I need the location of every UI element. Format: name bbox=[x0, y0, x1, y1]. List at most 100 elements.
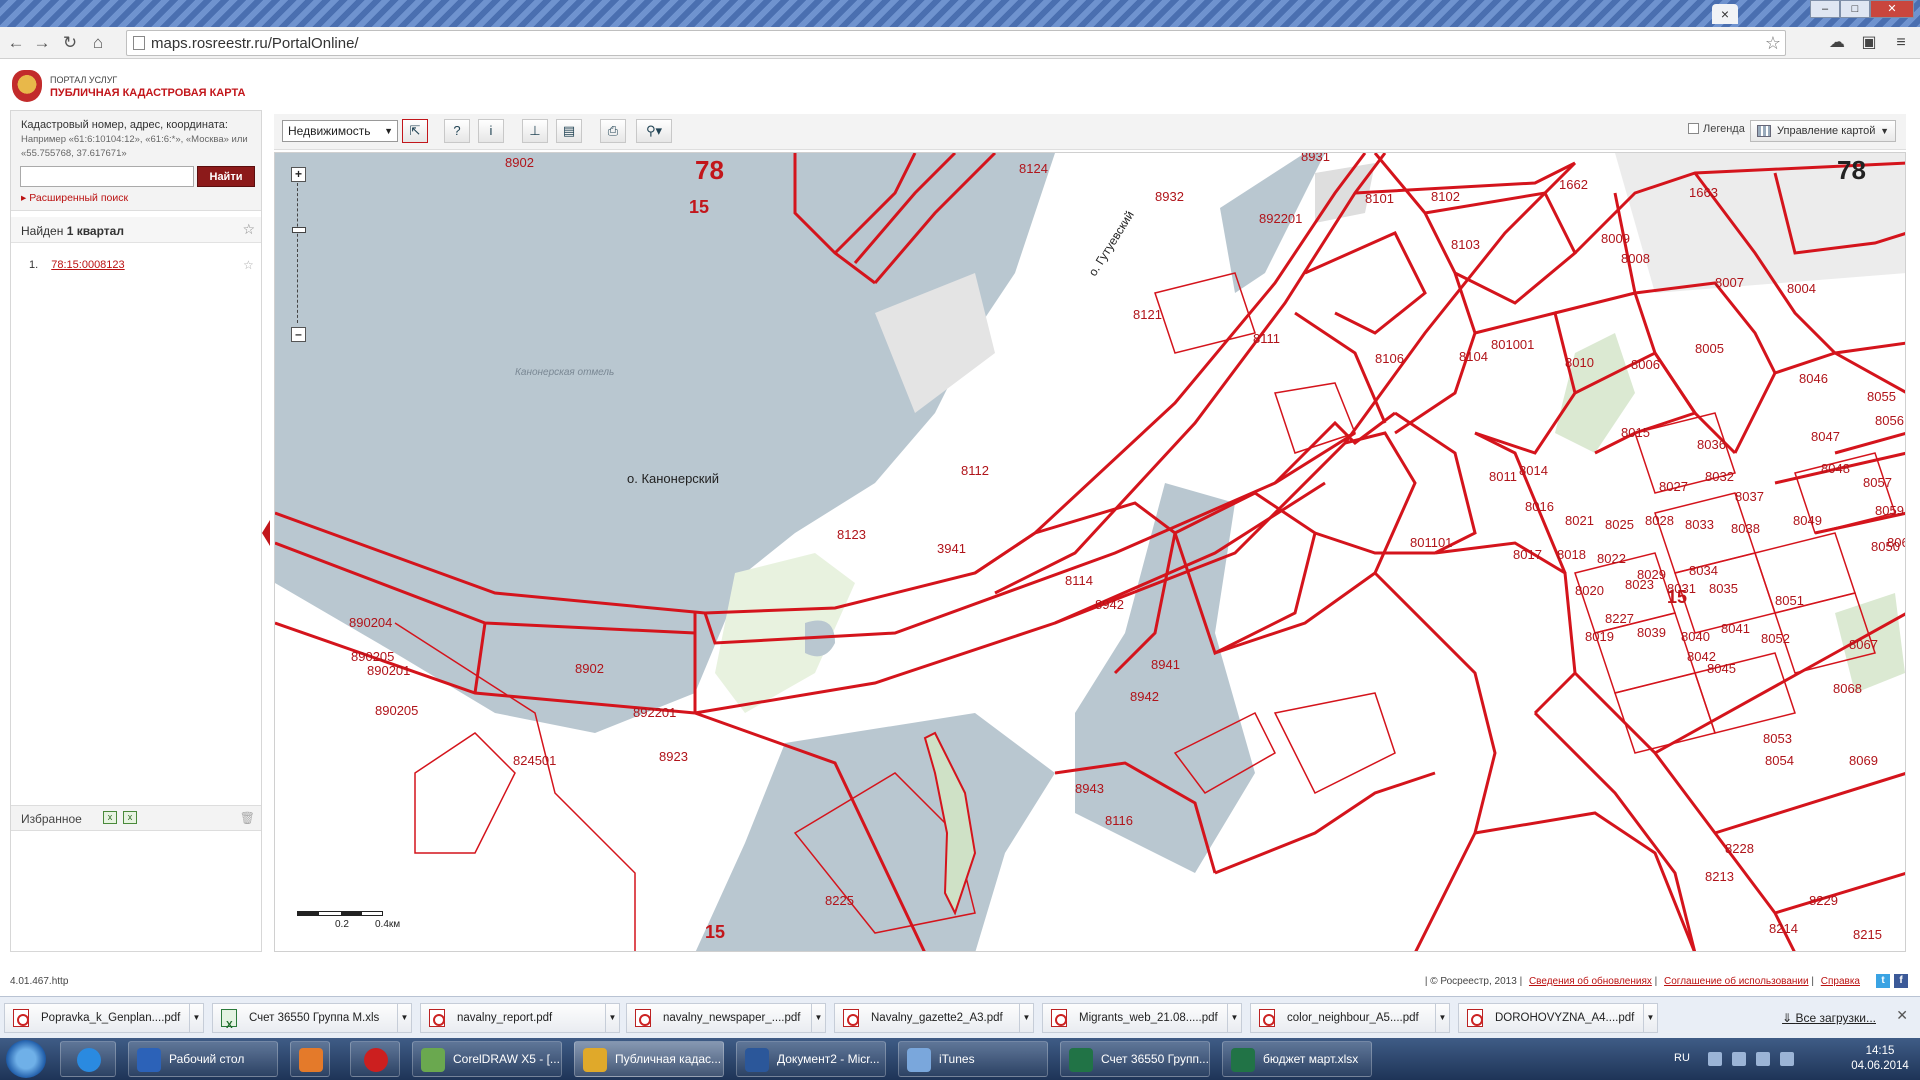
parcel-label[interactable]: 8923 bbox=[659, 749, 688, 764]
favorite-star-icon[interactable]: ☆ bbox=[243, 258, 254, 272]
chevron-down-icon[interactable]: ▼ bbox=[1019, 1004, 1033, 1032]
volume-icon[interactable] bbox=[1780, 1052, 1794, 1066]
parcel-label[interactable]: 8041 bbox=[1721, 621, 1750, 636]
parcel-label[interactable]: 8031 bbox=[1667, 581, 1696, 596]
parcel-label[interactable]: 8033 bbox=[1685, 517, 1714, 532]
parcel-label[interactable]: 8048 bbox=[1821, 461, 1850, 476]
find-button[interactable]: Найти bbox=[197, 166, 255, 187]
parcel-label[interactable]: 8007 bbox=[1715, 275, 1744, 290]
legend-toggle[interactable]: Легенда bbox=[1688, 123, 1745, 135]
zoom-in-button[interactable]: + bbox=[291, 167, 306, 182]
parcel-label[interactable]: 890204 bbox=[349, 615, 392, 630]
ie-taskbar-icon[interactable] bbox=[60, 1041, 116, 1077]
excel-import-icon[interactable]: x bbox=[123, 811, 137, 824]
parcel-label[interactable]: 8121 bbox=[1133, 307, 1162, 322]
parcel-label[interactable]: 8011 bbox=[1489, 469, 1517, 484]
taskbar-item[interactable]: Документ2 - Micr... bbox=[736, 1041, 886, 1077]
parcel-label[interactable]: 824501 bbox=[513, 753, 556, 768]
parcel-label[interactable]: 8931 bbox=[1301, 153, 1330, 164]
parcel-label[interactable]: 8028 bbox=[1645, 513, 1674, 528]
parcel-label[interactable]: 8101 bbox=[1365, 191, 1394, 206]
parcel-label[interactable]: 3941 bbox=[937, 541, 966, 556]
parcel-label[interactable]: 8015 bbox=[1621, 425, 1650, 440]
chevron-down-icon[interactable]: ▼ bbox=[605, 1004, 619, 1032]
zoom-track[interactable] bbox=[297, 183, 300, 323]
trash-icon[interactable]: 🗑 bbox=[240, 811, 255, 825]
parcel-label[interactable]: 8056 bbox=[1875, 413, 1904, 428]
parcel-label[interactable]: 8034 bbox=[1689, 563, 1718, 578]
menu-icon[interactable]: ≡ bbox=[1890, 33, 1912, 53]
facebook-icon[interactable]: f bbox=[1894, 974, 1908, 988]
parcel-label[interactable]: 8942 bbox=[1095, 597, 1124, 612]
parcel-label[interactable]: 8020 bbox=[1575, 583, 1604, 598]
info-tool-button[interactable]: i bbox=[478, 119, 504, 143]
print-button[interactable]: ⎙ bbox=[600, 119, 626, 143]
measure-distance-button[interactable]: ⊥ bbox=[522, 119, 548, 143]
download-item[interactable]: navalny_newspaper_....pdf ▼ bbox=[626, 1003, 826, 1033]
download-item[interactable]: Navalny_gazette2_A3.pdf ▼ bbox=[834, 1003, 1034, 1033]
taskbar-item[interactable]: бюджет март.xlsx bbox=[1222, 1041, 1372, 1077]
parcel-label[interactable]: 8027 bbox=[1659, 479, 1688, 494]
parcel-label[interactable]: 890205 bbox=[375, 703, 418, 718]
zoom-slider-thumb[interactable] bbox=[292, 227, 306, 233]
parcel-label[interactable]: 890205 bbox=[351, 649, 394, 664]
parcel-label[interactable]: 8017 bbox=[1513, 547, 1542, 562]
start-button[interactable] bbox=[6, 1040, 46, 1078]
parcel-label[interactable]: 8052 bbox=[1761, 631, 1790, 646]
parcel-label[interactable]: 8215 bbox=[1853, 927, 1882, 942]
parcel-label[interactable]: 890201 bbox=[367, 663, 410, 678]
download-item[interactable]: navalny_report.pdf ▼ bbox=[420, 1003, 620, 1033]
parcel-label[interactable]: 8037 bbox=[1735, 489, 1764, 504]
power-icon[interactable] bbox=[1756, 1052, 1770, 1066]
parcel-label[interactable]: 8018 bbox=[1557, 547, 1586, 562]
parcel-label[interactable]: 8009 bbox=[1601, 231, 1630, 246]
parcel-label[interactable]: 8008 bbox=[1621, 251, 1650, 266]
zoom-out-button[interactable]: – bbox=[291, 327, 306, 342]
parcel-label[interactable]: 8035 bbox=[1709, 581, 1738, 596]
parcel-label[interactable]: 8212 bbox=[1749, 951, 1778, 952]
parcel-label[interactable]: 8039 bbox=[1637, 625, 1666, 640]
parcel-label[interactable]: 8053 bbox=[1763, 731, 1792, 746]
parcel-label[interactable]: 8943 bbox=[1075, 781, 1104, 796]
star-icon[interactable]: ☆ bbox=[242, 221, 255, 238]
window-close-button[interactable]: ✕ bbox=[1870, 0, 1914, 18]
parcel-label[interactable]: 8049 bbox=[1793, 513, 1822, 528]
parcel-label[interactable]: 8047 bbox=[1811, 429, 1840, 444]
parcel-label[interactable]: 8112 bbox=[961, 463, 989, 478]
portal-title[interactable]: ПУБЛИЧНАЯ КАДАСТРОВАЯ КАРТА bbox=[50, 87, 245, 99]
parcel-label[interactable]: 8004 bbox=[1787, 281, 1816, 296]
parcel-label[interactable]: 8046 bbox=[1799, 371, 1828, 386]
parcel-label[interactable]: 8228 bbox=[1725, 841, 1754, 856]
download-item[interactable]: DOROHOVYZNA_A4....pdf ▼ bbox=[1458, 1003, 1658, 1033]
cadastral-map[interactable]: 78 15 78 15 15 8902 8124 8932 8931 892201 810… bbox=[274, 152, 1906, 952]
parcel-label[interactable]: 8225 bbox=[825, 893, 854, 908]
map-manage-button[interactable]: Управление картой ▼ bbox=[1750, 120, 1896, 142]
twitter-icon[interactable]: t bbox=[1876, 974, 1890, 988]
taskbar-item[interactable]: CorelDRAW X5 - [... bbox=[412, 1041, 562, 1077]
help-link[interactable]: Справка bbox=[1821, 976, 1860, 987]
parcel-label[interactable]: 8021 bbox=[1565, 513, 1594, 528]
parcel-label[interactable]: 8036 bbox=[1697, 437, 1726, 452]
address-bar[interactable]: maps.rosreestr.ru/PortalOnline/ ☆ bbox=[126, 30, 1786, 56]
download-item[interactable]: Popravka_k_Genplan....pdf ▼ bbox=[4, 1003, 204, 1033]
language-indicator[interactable]: RU bbox=[1674, 1052, 1690, 1064]
parcel-label[interactable]: 8229 bbox=[1809, 893, 1838, 908]
parcel-label[interactable]: 8006 bbox=[1631, 357, 1660, 372]
parcel-label[interactable]: 8025 bbox=[1605, 517, 1634, 532]
flag-icon[interactable] bbox=[1708, 1052, 1722, 1066]
parcel-label[interactable]: 1662 bbox=[1559, 177, 1588, 192]
tab-close-button[interactable]: × bbox=[1712, 4, 1738, 24]
chevron-down-icon[interactable]: ▼ bbox=[189, 1004, 203, 1032]
chevron-down-icon[interactable]: ▼ bbox=[1227, 1004, 1241, 1032]
parcel-label[interactable]: 8022 bbox=[1597, 551, 1626, 566]
advanced-search-link[interactable]: ▸ Расширенный поиск bbox=[21, 192, 128, 204]
download-item[interactable]: Счет 36550 Группа М.xls ▼ bbox=[212, 1003, 412, 1033]
minimize-button[interactable]: – bbox=[1810, 0, 1840, 18]
parcel-label[interactable]: 8045 bbox=[1707, 661, 1736, 676]
parcel-label[interactable]: 8040 bbox=[1681, 629, 1710, 644]
parcel-label[interactable]: 8941 bbox=[1151, 657, 1180, 672]
parcel-label[interactable]: 8019 bbox=[1585, 629, 1614, 644]
parcel-label[interactable]: 8055 bbox=[1867, 389, 1896, 404]
parcel-label[interactable]: 8114 bbox=[1065, 573, 1093, 588]
parcel-label[interactable]: 8111 bbox=[1253, 331, 1280, 346]
